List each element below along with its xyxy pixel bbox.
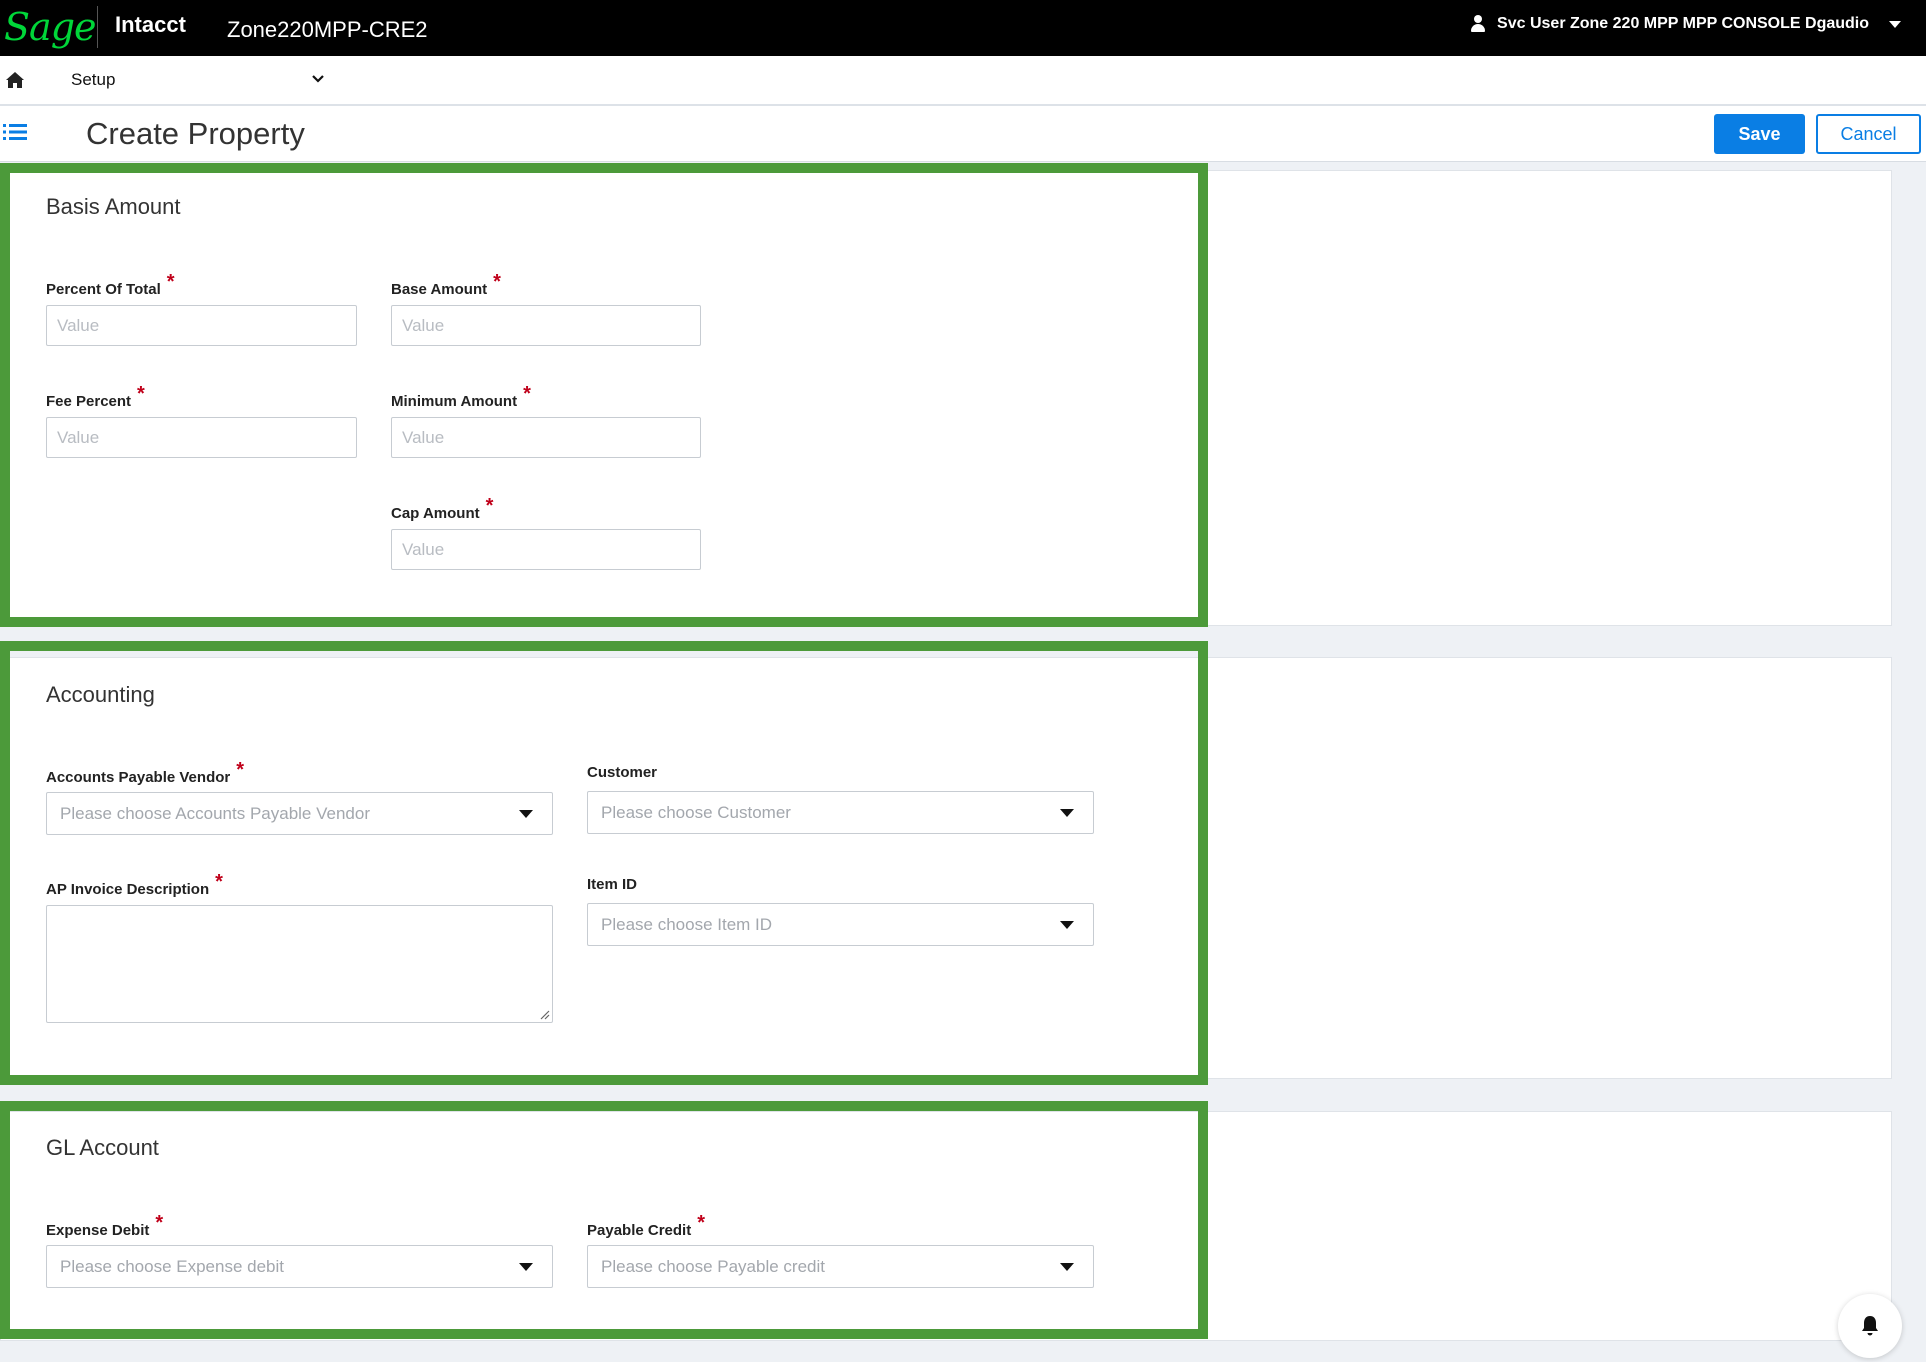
user-menu[interactable]: Svc User Zone 220 MPP MPP CONSOLE Dgaudi… <box>1469 15 1901 33</box>
ap-vendor-select[interactable]: Please choose Accounts Payable Vendor <box>46 792 553 835</box>
cap-amount-label: Cap Amount * <box>391 495 494 522</box>
minimum-amount-input[interactable] <box>391 417 701 458</box>
section-title-gl-account: GL Account <box>46 1135 159 1160</box>
customer-select[interactable]: Please choose Customer <box>587 791 1094 834</box>
top-bar: Sage Intacct Zone220MPP-CRE2 Svc User Zo… <box>0 0 1926 56</box>
payable-credit-label: Payable Credit * <box>587 1212 706 1239</box>
bell-icon <box>1862 1316 1878 1336</box>
caret-down-icon <box>519 810 533 818</box>
required-marker: * <box>137 383 145 405</box>
required-marker: * <box>155 1212 164 1234</box>
ap-invoice-description-textarea[interactable] <box>46 905 553 1023</box>
percent-of-total-label: Percent Of Total * <box>46 271 175 298</box>
chevron-down-icon[interactable] <box>311 72 325 86</box>
section-title-accounting: Accounting <box>46 682 155 707</box>
required-marker: * <box>485 495 494 517</box>
required-marker: * <box>215 871 223 893</box>
ap-vendor-placeholder: Please choose Accounts Payable Vendor <box>60 804 370 823</box>
nav-bar: Setup <box>0 56 1926 106</box>
percent-of-total-input[interactable] <box>46 305 357 346</box>
logo-divider <box>97 6 98 48</box>
ap-invoice-description-label: AP Invoice Description * <box>46 871 223 898</box>
item-id-label: Item ID <box>587 876 638 893</box>
resize-grip-icon[interactable] <box>538 1008 550 1020</box>
home-icon[interactable] <box>5 71 25 89</box>
product-name: Intacct <box>115 12 186 37</box>
payable-credit-select[interactable]: Please choose Payable credit <box>587 1245 1094 1288</box>
setup-menu-label: Setup <box>71 70 116 89</box>
required-marker: * <box>697 1212 706 1234</box>
notifications-button[interactable] <box>1838 1294 1902 1358</box>
caret-down-icon <box>519 1263 533 1271</box>
caret-down-icon <box>1060 809 1074 817</box>
user-name: Svc User Zone 220 MPP MPP CONSOLE Dgaudi… <box>1497 15 1869 32</box>
customer-placeholder: Please choose Customer <box>601 803 791 822</box>
cap-amount-input[interactable] <box>391 529 701 570</box>
expense-debit-label: Expense Debit * <box>46 1212 164 1239</box>
page-title: Create Property <box>86 116 305 151</box>
item-id-placeholder: Please choose Item ID <box>601 915 773 934</box>
section-title-basis-amount: Basis Amount <box>46 194 181 219</box>
ap-vendor-label: Accounts Payable Vendor * <box>46 759 245 786</box>
caret-down-icon <box>1060 1263 1074 1271</box>
setup-menu[interactable]: Setup <box>71 70 115 90</box>
company-name[interactable]: Zone220MPP-CRE2 <box>227 17 428 43</box>
list-icon[interactable] <box>3 122 27 142</box>
minimum-amount-label: Minimum Amount * <box>391 383 531 410</box>
expense-debit-select[interactable]: Please choose Expense debit <box>46 1245 553 1288</box>
save-button[interactable]: Save <box>1714 114 1805 154</box>
customer-label: Customer <box>587 764 658 781</box>
caret-down-icon <box>1889 20 1901 28</box>
base-amount-label: Base Amount * <box>391 271 501 298</box>
cancel-button[interactable]: Cancel <box>1816 114 1921 154</box>
user-icon <box>1469 15 1487 33</box>
sage-logo[interactable]: Sage <box>4 2 97 52</box>
caret-down-icon <box>1060 921 1074 929</box>
required-marker: * <box>166 271 175 293</box>
base-amount-input[interactable] <box>391 305 701 346</box>
payable-credit-placeholder: Please choose Payable credit <box>601 1257 825 1276</box>
required-marker: * <box>236 759 245 781</box>
required-marker: * <box>523 383 531 405</box>
page-header: Create Property Save Cancel <box>0 106 1926 162</box>
required-marker: * <box>493 271 501 293</box>
item-id-select[interactable]: Please choose Item ID <box>587 903 1094 946</box>
fee-percent-input[interactable] <box>46 417 357 458</box>
fee-percent-label: Fee Percent * <box>46 383 145 410</box>
expense-debit-placeholder: Please choose Expense debit <box>60 1257 284 1276</box>
